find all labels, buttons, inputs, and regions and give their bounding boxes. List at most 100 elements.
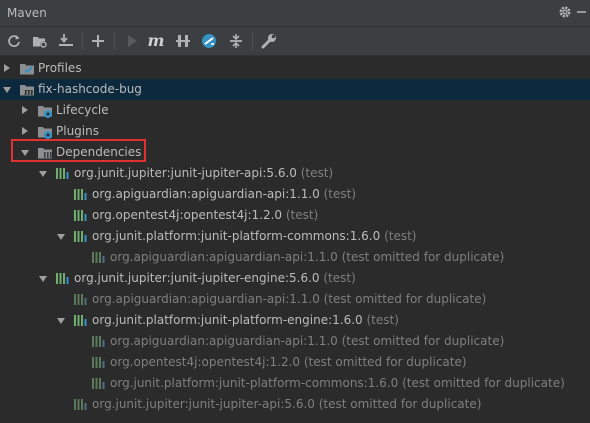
- dependency-label: org.junit.jupiter:junit-jupiter-engine:5…: [74, 271, 356, 285]
- expand-arrow-icon[interactable]: [22, 106, 28, 114]
- dependency-row[interactable]: org.opentest4j:opentest4j:1.2.0 (test om…: [0, 352, 590, 373]
- toolbar: m: [0, 27, 590, 56]
- add-icon[interactable]: [90, 33, 106, 49]
- dependency-row[interactable]: org.junit.platform:junit-platform-common…: [0, 373, 590, 394]
- dependency-coordinates: org.junit.platform:junit-platform-engine…: [92, 313, 363, 327]
- dependency-coordinates: org.opentest4j:opentest4j:1.2.0: [92, 208, 283, 222]
- show-dependencies-icon[interactable]: [228, 33, 244, 49]
- dependency-label: org.apiguardian:apiguardian-api:1.1.0 (t…: [110, 334, 504, 348]
- expand-arrow-icon[interactable]: [22, 127, 28, 135]
- dependency-scope: (test): [319, 271, 356, 285]
- library-icon: [73, 397, 89, 413]
- dependency-coordinates: org.junit.platform:junit-platform-common…: [110, 376, 399, 390]
- dependency-row[interactable]: org.junit.jupiter:junit-jupiter-api:5.6.…: [0, 163, 590, 184]
- tree-item-label: fix-hashcode-bug: [38, 82, 142, 96]
- dependency-scope: (test omitted for duplicate): [337, 334, 505, 348]
- gear-icon[interactable]: [558, 5, 572, 19]
- expand-arrow-icon[interactable]: [4, 64, 10, 72]
- dependency-coordinates: org.junit.jupiter:junit-jupiter-api:5.6.…: [92, 397, 315, 411]
- dependency-label: org.junit.platform:junit-platform-engine…: [92, 313, 399, 327]
- dependency-coordinates: org.apiguardian:apiguardian-api:1.1.0: [92, 292, 320, 306]
- library-icon: [91, 355, 107, 371]
- tree-item-profiles[interactable]: Profiles: [0, 58, 590, 79]
- dependency-row[interactable]: org.opentest4j:opentest4j:1.2.0 (test): [0, 205, 590, 226]
- reload-icon[interactable]: [6, 33, 22, 49]
- panel-title: Maven: [7, 6, 47, 20]
- collapse-arrow-icon[interactable]: [3, 87, 11, 93]
- dependency-row[interactable]: org.apiguardian:apiguardian-api:1.1.0 (t…: [0, 247, 590, 268]
- toolbar-separator: [252, 32, 253, 50]
- dependency-row[interactable]: org.apiguardian:apiguardian-api:1.1.0 (t…: [0, 289, 590, 310]
- dependency-label: org.opentest4j:opentest4j:1.2.0 (test om…: [110, 355, 467, 369]
- dependency-row[interactable]: org.junit.jupiter:junit-jupiter-api:5.6.…: [0, 394, 590, 415]
- library-icon: [73, 208, 89, 224]
- dependency-coordinates: org.opentest4j:opentest4j:1.2.0: [110, 355, 301, 369]
- dependency-row[interactable]: org.junit.jupiter:junit-jupiter-engine:5…: [0, 268, 590, 289]
- dependency-label: org.apiguardian:apiguardian-api:1.1.0 (t…: [92, 292, 486, 306]
- maven-project-icon: m: [20, 85, 34, 98]
- run-icon[interactable]: [124, 33, 140, 49]
- dependency-coordinates: org.junit.jupiter:junit-jupiter-api:5.6.…: [74, 166, 297, 180]
- highlight-box: [11, 139, 146, 162]
- library-icon: [73, 292, 89, 308]
- toolbar-separator: [82, 32, 83, 50]
- dependency-scope: (test): [319, 187, 357, 201]
- dependency-scope: (test): [296, 166, 334, 180]
- library-icon: [73, 229, 89, 245]
- library-icon: [55, 271, 71, 287]
- toolbar-separator: [114, 32, 115, 50]
- minimize-icon[interactable]: [577, 11, 586, 13]
- maven-tool-window: Maven m Profiles m fix-hashcode-bug Life…: [0, 0, 590, 423]
- dependency-label: org.junit.platform:junit-platform-common…: [92, 229, 417, 243]
- dependency-coordinates: org.apiguardian:apiguardian-api:1.1.0: [92, 187, 320, 201]
- generate-sources-icon[interactable]: [32, 33, 48, 49]
- tree-item-project[interactable]: m fix-hashcode-bug: [0, 79, 590, 100]
- tree-item-label: Plugins: [56, 124, 99, 138]
- dependency-coordinates: org.junit.platform:junit-platform-common…: [92, 229, 381, 243]
- dependency-scope: (test omitted for duplicate): [300, 355, 467, 369]
- dependency-scope: (test): [380, 229, 417, 243]
- settings-wrench-icon[interactable]: [261, 33, 277, 49]
- title-bar: Maven: [0, 0, 590, 27]
- dependency-label: org.apiguardian:apiguardian-api:1.1.0 (t…: [92, 187, 356, 201]
- collapse-arrow-icon[interactable]: [57, 318, 65, 324]
- download-icon[interactable]: [58, 33, 74, 49]
- library-icon: [91, 376, 107, 392]
- dependency-label: org.apiguardian:apiguardian-api:1.1.0 (t…: [110, 250, 504, 264]
- library-icon: [91, 250, 107, 266]
- library-icon: [91, 334, 107, 350]
- tree-item-label: Lifecycle: [56, 103, 109, 117]
- dependency-scope: (test omitted for duplicate): [337, 250, 505, 264]
- dependency-row[interactable]: org.apiguardian:apiguardian-api:1.1.0 (t…: [0, 184, 590, 205]
- dependency-label: org.junit.platform:junit-platform-common…: [110, 376, 565, 390]
- skip-tests-icon[interactable]: [201, 33, 217, 49]
- library-icon: [55, 166, 71, 182]
- dependency-row[interactable]: org.junit.platform:junit-platform-engine…: [0, 310, 590, 331]
- dependency-label: org.opentest4j:opentest4j:1.2.0 (test): [92, 208, 318, 222]
- dependency-scope: (test omitted for duplicate): [398, 376, 565, 390]
- maven-tree: Profiles m fix-hashcode-bug Lifecycle Pl…: [0, 56, 590, 423]
- dependency-scope: (test): [362, 313, 399, 327]
- toggle-offline-icon[interactable]: [175, 33, 191, 49]
- library-icon: [73, 313, 89, 329]
- dependency-scope: (test omitted for duplicate): [314, 397, 482, 411]
- dependency-coordinates: org.apiguardian:apiguardian-api:1.1.0: [110, 334, 338, 348]
- dependency-coordinates: org.junit.jupiter:junit-jupiter-engine:5…: [74, 271, 320, 285]
- plugins-folder-icon: [38, 127, 52, 139]
- execute-goal-icon[interactable]: m: [148, 33, 165, 49]
- tree-item-label: Profiles: [38, 61, 82, 75]
- dependency-row[interactable]: org.apiguardian:apiguardian-api:1.1.0 (t…: [0, 331, 590, 352]
- dependency-scope: (test): [282, 208, 319, 222]
- profiles-folder-icon: [20, 64, 34, 75]
- svg-text:m: m: [24, 88, 34, 98]
- tree-item-lifecycle[interactable]: Lifecycle: [0, 100, 590, 121]
- lifecycle-folder-icon: [38, 106, 52, 118]
- library-icon: [73, 187, 89, 203]
- dependency-label: org.junit.jupiter:junit-jupiter-api:5.6.…: [74, 166, 333, 180]
- dependency-row[interactable]: org.junit.platform:junit-platform-common…: [0, 226, 590, 247]
- collapse-arrow-icon[interactable]: [39, 276, 47, 282]
- collapse-arrow-icon[interactable]: [39, 171, 47, 177]
- collapse-arrow-icon[interactable]: [57, 234, 65, 240]
- dependency-label: org.junit.jupiter:junit-jupiter-api:5.6.…: [92, 397, 481, 411]
- dependency-scope: (test omitted for duplicate): [319, 292, 487, 306]
